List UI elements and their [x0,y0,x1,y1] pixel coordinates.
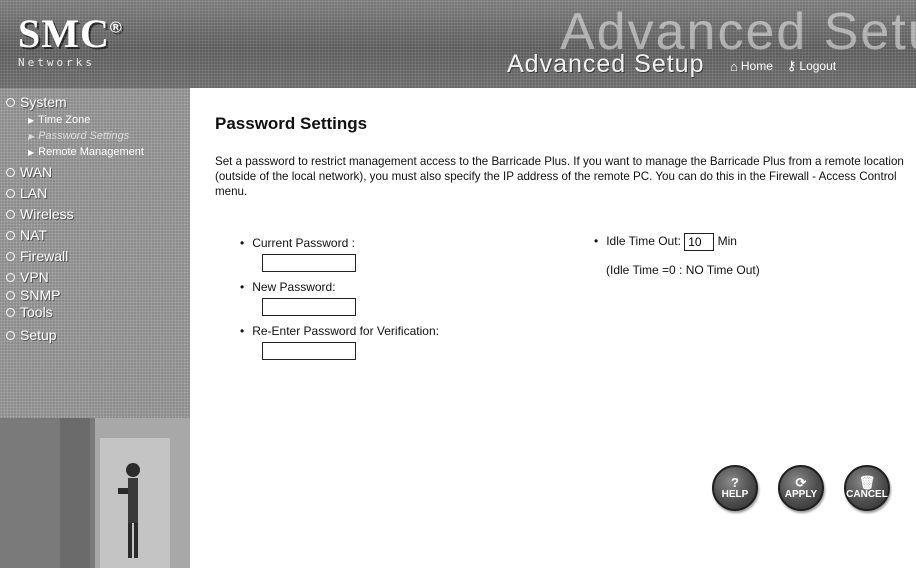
sidebar-subitem-remote-management[interactable]: ▶ Remote Management [28,146,144,158]
page-title: Password Settings [215,114,368,133]
person-at-door-image [0,418,190,568]
bullet-icon: • [240,324,245,338]
arrow-right-icon: ▶ [28,147,35,157]
nav-bullet-icon [6,251,15,261]
bullet-icon: • [240,236,245,250]
nav-bullet-icon [6,167,15,177]
new-password-input[interactable] [262,298,356,316]
nav-bullet-icon [6,97,15,107]
idle-timeout-row: • Idle Time Out: Min [594,233,737,251]
cancel-button[interactable]: 🗑 CANCEL [844,465,890,511]
nav-bullet-icon [6,272,15,282]
nav-bullet-icon [6,290,15,300]
sidebar-subitem-time-zone[interactable]: ▶ Time Zone [28,114,90,126]
main-content: Password Settings Set a password to rest… [190,88,916,568]
logo-tagline: Networks [18,56,95,69]
bullet-icon: • [240,280,245,294]
idle-timeout-unit: Min [717,234,737,249]
home-link[interactable]: ⌂ Home [730,58,773,74]
help-icon: ? [731,475,739,490]
trash-icon: 🗑 [858,475,876,490]
help-button[interactable]: ? HELP [712,465,758,511]
logout-link[interactable]: ⚷ Logout [787,58,836,74]
current-password-input[interactable] [262,254,356,272]
sidebar: System ▶ Time Zone ▶ Password Settings ▶… [0,88,190,568]
sidebar-item-system[interactable]: System [6,94,67,110]
current-password-label: • Current Password : [240,236,355,250]
new-password-label: • New Password: [240,280,336,294]
idle-timeout-note: (Idle Time =0 : NO Time Out) [606,263,760,277]
idle-timeout-label: Idle Time Out: [606,234,681,249]
logout-icon: ⚷ [786,58,797,73]
reenter-password-input[interactable] [262,342,356,360]
arrow-right-icon: ▶ [28,131,35,141]
header-banner: SMC® Networks Advanced Setup Advanced Se… [0,0,916,88]
nav-bullet-icon [6,330,15,340]
sidebar-item-lan[interactable]: LAN [6,185,47,201]
nav-bullet-icon [6,209,15,219]
sidebar-item-vpn[interactable]: VPN [6,269,49,285]
apply-icon: ⟳ [795,475,807,490]
sidebar-item-wan[interactable]: WAN [6,164,52,180]
sidebar-item-nat[interactable]: NAT [6,227,47,243]
sidebar-item-snmp[interactable]: SNMP [6,287,60,303]
header-nav: ⌂ Home ⚷ Logout [730,58,836,74]
reenter-password-label: • Re-Enter Password for Verification: [240,324,439,338]
nav-bullet-icon [6,307,15,317]
page-section-title: Advanced Setup [507,50,705,78]
bullet-icon: • [594,234,599,249]
sidebar-subitem-password-settings[interactable]: ▶ Password Settings [28,130,129,142]
intro-text: Set a password to restrict management ac… [215,155,904,198]
sidebar-item-wireless[interactable]: Wireless [6,206,74,222]
arrow-right-icon: ▶ [28,115,35,125]
sidebar-item-tools[interactable]: Tools [6,304,53,320]
sidebar-item-firewall[interactable]: Firewall [6,248,68,264]
smc-logo: SMC® [18,11,123,56]
home-icon: ⌂ [730,58,738,74]
apply-button[interactable]: ⟳ APPLY [778,465,824,511]
nav-bullet-icon [6,188,15,198]
nav-bullet-icon [6,230,15,240]
sidebar-item-setup[interactable]: Setup [6,327,57,343]
idle-timeout-input[interactable] [684,233,715,251]
